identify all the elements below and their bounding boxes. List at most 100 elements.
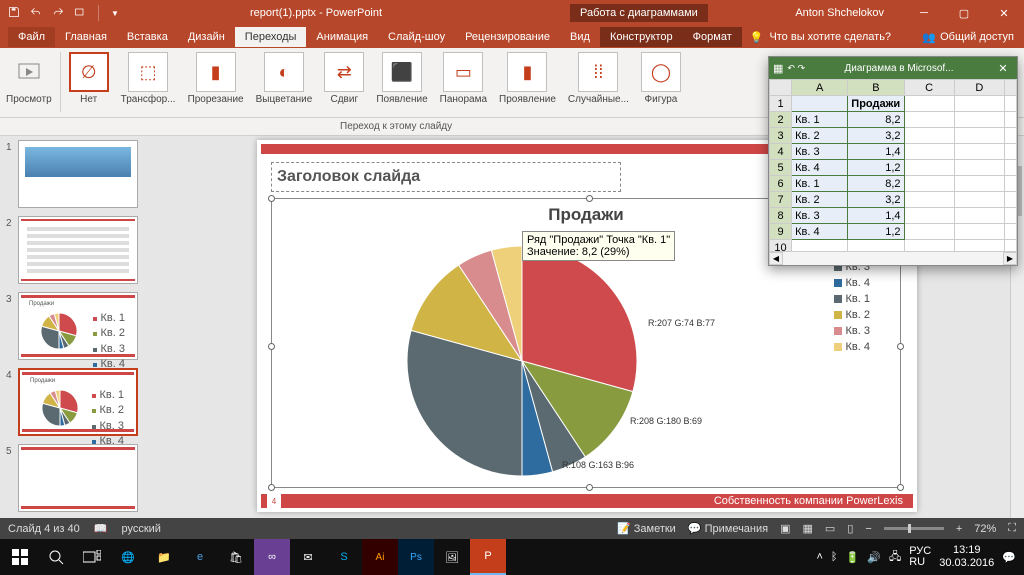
tab-view[interactable]: Вид: [560, 27, 600, 47]
zoom-out-button[interactable]: −: [865, 523, 871, 535]
tell-me-label: Что вы хотите сделать?: [769, 31, 891, 43]
save-icon[interactable]: [8, 6, 20, 21]
excel-grid[interactable]: ABCD1Продажи2Кв. 18,23Кв. 23,24Кв. 31,45…: [769, 79, 1017, 251]
slide-counter[interactable]: Слайд 4 из 40: [8, 523, 80, 535]
taskbar-app-photos[interactable]: 🖼: [434, 539, 470, 575]
taskbar-app-store[interactable]: 🛍: [218, 539, 254, 575]
transition-трансфор...[interactable]: ⬚Трансфор...: [115, 52, 182, 105]
legend-item[interactable]: Кв. 4: [834, 277, 870, 289]
search-icon[interactable]: [38, 539, 74, 575]
tab-home[interactable]: Главная: [55, 27, 117, 47]
tray-battery-icon[interactable]: 🔋: [846, 551, 860, 564]
transition-нет[interactable]: ∅Нет: [63, 52, 115, 105]
taskbar-app-illustrator[interactable]: Ai: [362, 539, 398, 575]
taskview-icon[interactable]: [74, 539, 110, 575]
notes-button[interactable]: 📝 Заметки: [617, 522, 676, 535]
account-user[interactable]: Anton Shchelokov: [795, 7, 884, 19]
legend-item[interactable]: Кв. 4: [834, 341, 870, 353]
share-button[interactable]: 👥 Общий доступ: [922, 31, 1014, 44]
zoom-in-button[interactable]: +: [956, 523, 962, 535]
tray-language[interactable]: РУС RU: [909, 546, 931, 568]
tab-slideshow[interactable]: Слайд-шоу: [378, 27, 455, 47]
thumbnail-slide-4[interactable]: 4Продажи Кв. 1 Кв. 2 Кв. 3 Кв. 4 Кв. 1 К…: [6, 368, 140, 436]
excel-hscrollbar[interactable]: ◀▶: [769, 251, 1017, 265]
transition-панорама[interactable]: ▭Панорама: [434, 52, 493, 105]
view-slideshow-icon[interactable]: ▯: [847, 522, 853, 535]
fit-to-window-icon[interactable]: ⛶: [1008, 522, 1016, 535]
taskbar-app-visualstudio[interactable]: ∞: [254, 539, 290, 575]
start-button[interactable]: [2, 539, 38, 575]
taskbar-app-explorer[interactable]: 📁: [146, 539, 182, 575]
thumbnail-pane[interactable]: 1 2 3Продажи Кв. 1 Кв. 2 Кв. 3 Кв. 4 Кв. 1…: [0, 136, 150, 518]
redo-icon[interactable]: [52, 6, 64, 21]
view-normal-icon[interactable]: ▣: [780, 522, 790, 535]
tab-insert[interactable]: Вставка: [117, 27, 178, 47]
tray-expand-icon[interactable]: ˄: [816, 551, 822, 563]
close-button[interactable]: ✕: [984, 0, 1024, 26]
maximize-button[interactable]: ▢: [944, 0, 984, 26]
tab-animation[interactable]: Анимация: [306, 27, 378, 47]
thumbnail-slide-1[interactable]: 1: [6, 140, 140, 208]
legend-item[interactable]: Кв. 3: [834, 325, 870, 337]
transition-проявление[interactable]: ▮Проявление: [493, 52, 562, 105]
tab-chart-format[interactable]: Формат: [683, 27, 742, 47]
tell-me[interactable]: 💡 Что вы хотите сделать?: [750, 31, 891, 44]
thumbnail-slide-3[interactable]: 3Продажи Кв. 1 Кв. 2 Кв. 3 Кв. 4 Кв. 1 К…: [6, 292, 140, 360]
context-tab-title: Работа с диаграммами: [570, 4, 708, 22]
rgb-callout-3: R:108 G:163 B:96: [562, 461, 634, 471]
language-indicator[interactable]: русский: [121, 523, 160, 535]
taskbar-app-outlook[interactable]: ✉: [290, 539, 326, 575]
legend-item[interactable]: Кв. 1: [834, 293, 870, 305]
tray-volume-icon[interactable]: 🔊: [867, 551, 881, 564]
taskbar-app-chrome[interactable]: 🌐: [110, 539, 146, 575]
excel-titlebar[interactable]: ▦ ↶ ↷ Диаграмма в Microsof... ✕: [769, 57, 1017, 79]
taskbar-app-skype[interactable]: S: [326, 539, 362, 575]
transition-фигура[interactable]: ◯Фигура: [635, 52, 687, 105]
transition-случайные...[interactable]: ⁞⁞Случайные...: [562, 52, 635, 105]
thumbnail-slide-5[interactable]: 5: [6, 444, 140, 512]
tab-review[interactable]: Рецензирование: [455, 27, 560, 47]
tray-network-icon[interactable]: 🖧: [889, 548, 901, 567]
tab-design[interactable]: Дизайн: [178, 27, 235, 47]
qat-dropdown-icon[interactable]: ▼: [111, 9, 119, 18]
excel-close-button[interactable]: ✕: [993, 62, 1013, 75]
preview-group[interactable]: Просмотр: [0, 52, 58, 117]
thumbnail-slide-2[interactable]: 2: [6, 216, 140, 284]
chart-data-window[interactable]: ▦ ↶ ↷ Диаграмма в Microsof... ✕ ABCD1Про…: [768, 56, 1018, 266]
slide-canvas[interactable]: Заголовок слайда Продажи Ряд "Продажи" Т…: [150, 136, 1024, 518]
datapoint-tooltip: Ряд "Продажи" Точка "Кв. 1" Значение: 8,…: [522, 231, 675, 261]
tray-bluetooth-icon[interactable]: ᛒ: [831, 551, 838, 563]
zoom-slider[interactable]: [884, 527, 944, 530]
tab-file[interactable]: Файл: [8, 27, 55, 47]
start-from-beginning-icon[interactable]: [74, 6, 86, 21]
legend-item[interactable]: Кв. 2: [834, 309, 870, 321]
comments-button[interactable]: 💬 Примечания: [688, 522, 768, 535]
transition-сдвиг[interactable]: ⇄Сдвиг: [318, 52, 370, 105]
slide-footer: 4 Собственность компании PowerLexis: [261, 494, 913, 508]
tray-clock[interactable]: 13:19 30.03.2016: [939, 544, 994, 570]
share-icon: 👥: [922, 31, 936, 44]
taskbar-app-photoshop[interactable]: Ps: [398, 539, 434, 575]
tab-chart-design[interactable]: Конструктор: [600, 27, 683, 47]
zoom-level[interactable]: 72%: [974, 523, 996, 535]
transition-прорезание[interactable]: ▮Прорезание: [182, 52, 250, 105]
view-reading-icon[interactable]: ▭: [825, 522, 835, 535]
undo-icon[interactable]: [30, 6, 42, 21]
rgb-callout-1: R:207 G:74 B:77: [648, 319, 715, 329]
title-bar: ▼ report(1).pptx - PowerPoint Работа с д…: [0, 0, 1024, 26]
spellcheck-icon[interactable]: 📖: [94, 522, 108, 535]
slide-title[interactable]: Заголовок слайда: [277, 168, 420, 186]
pie-chart[interactable]: [402, 241, 642, 481]
taskbar-app-edge[interactable]: e: [182, 539, 218, 575]
lightbulb-icon: 💡: [750, 31, 764, 44]
minimize-button[interactable]: ─: [904, 0, 944, 26]
taskbar-app-powerpoint[interactable]: P: [470, 539, 506, 575]
footer-text: Собственность компании PowerLexis: [714, 495, 903, 507]
tray-notifications-icon[interactable]: 💬: [1002, 551, 1016, 564]
transition-выцветание[interactable]: ◐Выцветание: [250, 52, 319, 105]
transition-появление[interactable]: ⬛Появление: [370, 52, 433, 105]
workspace: 1 2 3Продажи Кв. 1 Кв. 2 Кв. 3 Кв. 4 Кв. 1…: [0, 136, 1024, 518]
view-sorter-icon[interactable]: ▦: [803, 522, 813, 535]
tab-transitions[interactable]: Переходы: [235, 27, 307, 47]
preview-label: Просмотр: [6, 94, 52, 105]
